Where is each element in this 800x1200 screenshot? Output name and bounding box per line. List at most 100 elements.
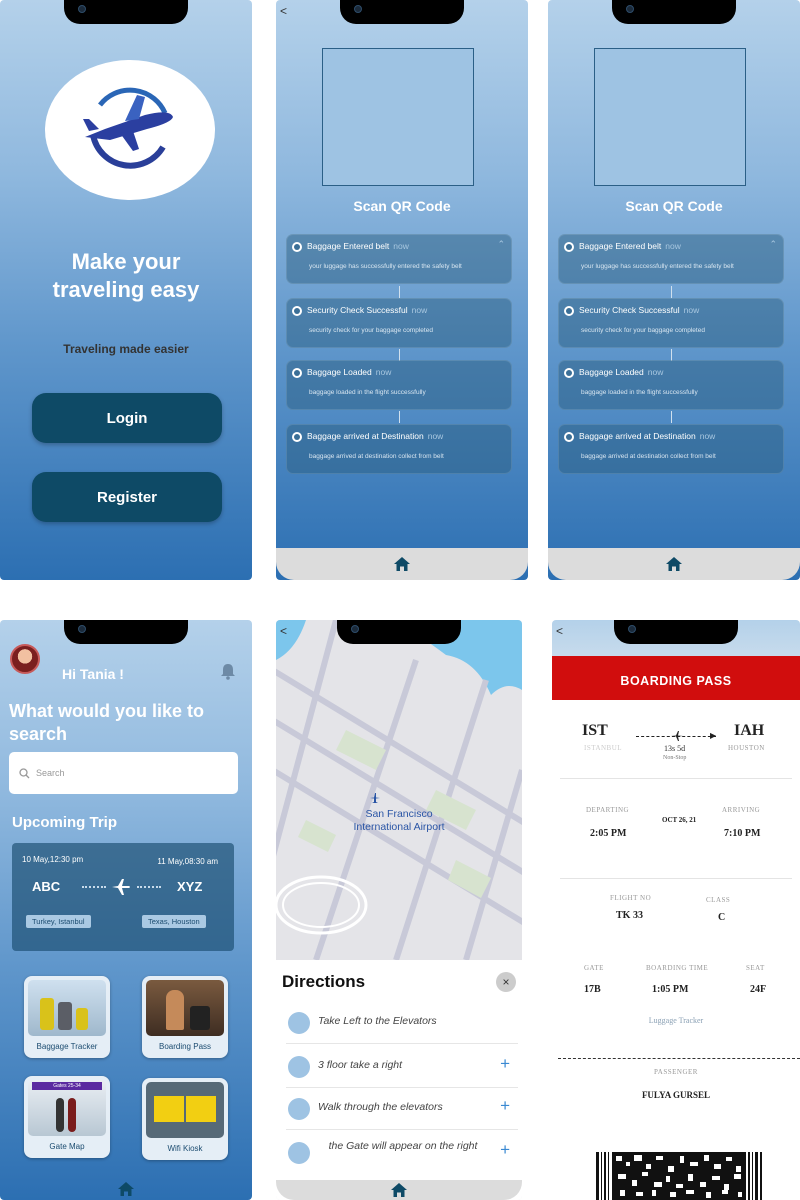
boarding-pass-tile[interactable]: Boarding Pass — [142, 976, 228, 1058]
route-dots — [82, 886, 106, 888]
tracker-event-card[interactable]: Baggage arrived at Destination now baggag… — [558, 424, 784, 474]
close-button[interactable]: × — [496, 972, 516, 992]
qr-scanner-frame[interactable] — [594, 48, 746, 186]
step-marker-icon — [288, 1142, 310, 1164]
direction-step[interactable]: 3 floor take a right + — [286, 1046, 518, 1088]
gate-map-tile[interactable]: Gates 25-34 Gate Map — [24, 1076, 110, 1158]
tracker-event-card[interactable]: Baggage Loaded now baggage loaded in the … — [286, 360, 512, 410]
event-time: now — [699, 431, 716, 441]
step-text: Take Left to the Elevators — [318, 1015, 437, 1027]
arrive-time: 11 May,08:30 am — [157, 857, 218, 866]
event-title: Baggage Loaded — [579, 367, 644, 377]
radio-icon — [564, 306, 574, 316]
direction-step[interactable]: the Gate will appear on the right + — [286, 1132, 518, 1180]
welcome-screen: Make your traveling easy Traveling made … — [0, 0, 252, 580]
direction-step[interactable]: Take Left to the Elevators — [286, 1002, 518, 1044]
avatar[interactable] — [10, 644, 40, 674]
timeline-connector — [671, 286, 672, 298]
welcome-subtitle: Traveling made easier — [63, 342, 189, 356]
home-icon[interactable] — [393, 556, 411, 572]
back-button[interactable]: < — [280, 624, 287, 638]
event-time: now — [665, 241, 681, 251]
bottom-nav — [276, 548, 528, 580]
event-description: your luggage has successfully entered th… — [581, 263, 734, 270]
event-description: your luggage has successfully entered th… — [309, 263, 462, 270]
gate-image: Gates 25-34 — [28, 1080, 106, 1136]
event-time: now — [647, 367, 664, 377]
kiosk-image — [146, 1082, 224, 1138]
tile-label: Gate Map — [49, 1142, 85, 1151]
radio-icon — [292, 432, 302, 442]
event-description: baggage loaded in the flight successfull… — [309, 389, 426, 396]
to-city-badge: Texas, Houston — [142, 915, 206, 928]
login-button[interactable]: Login — [32, 393, 222, 443]
arrow-icon: ▶ — [710, 731, 717, 740]
route-dots — [137, 886, 161, 888]
boarding-time-label: BOARDING TIME — [646, 964, 709, 972]
upcoming-trip-title: Upcoming Trip — [12, 814, 117, 831]
event-title: Baggage arrived at Destination — [579, 431, 696, 441]
back-button[interactable]: < — [280, 4, 287, 18]
chevron-up-icon[interactable]: ⌃ — [769, 239, 777, 250]
tracker-event-card[interactable]: Baggage Loaded now baggage loaded in the … — [558, 360, 784, 410]
airport-label: San Francisco International Airport — [353, 808, 445, 833]
search-input[interactable]: Search — [9, 752, 238, 794]
search-icon — [19, 767, 30, 778]
airport-map[interactable] — [276, 620, 522, 960]
home-icon[interactable] — [117, 1181, 135, 1197]
tracker-event-card[interactable]: Baggage Entered belt now your luggage has… — [286, 234, 512, 284]
radio-icon — [564, 368, 574, 378]
timeline-connector — [399, 411, 400, 423]
to-city: HOUSTON — [728, 744, 765, 752]
bell-icon[interactable] — [220, 662, 236, 680]
back-button[interactable]: < — [556, 624, 563, 638]
phone-notch — [337, 620, 461, 644]
boarding-image — [146, 980, 224, 1036]
baggage-image — [28, 980, 106, 1036]
class-value: C — [718, 912, 726, 923]
depart-time: 10 May,12:30 pm — [22, 855, 84, 864]
phone-notch — [340, 0, 464, 24]
wifi-kiosk-tile[interactable]: Wifi Kiosk — [142, 1078, 228, 1160]
event-title: Baggage Entered belt — [307, 241, 390, 251]
phone-notch — [64, 620, 188, 644]
chevron-up-icon[interactable]: ⌃ — [497, 239, 505, 250]
plus-icon[interactable]: + — [500, 1096, 510, 1116]
tracker-event-card[interactable]: Baggage arrived at Destination now baggag… — [286, 424, 512, 474]
upcoming-trip-card[interactable]: 10 May,12:30 pm 11 May,08:30 am ABC XYZ … — [12, 843, 234, 951]
dashboard-screen: Hi Tania ! What would you like to search… — [0, 620, 252, 1200]
arriving-label: ARRIVING — [722, 806, 761, 814]
baggage-tracker-tile[interactable]: Baggage Tracker — [24, 976, 110, 1058]
direction-step[interactable]: Walk through the elevators + — [286, 1088, 518, 1130]
home-icon[interactable] — [665, 556, 683, 572]
event-time: now — [411, 305, 428, 315]
airplane-logo-icon — [83, 87, 173, 169]
tracker-event-card[interactable]: Baggage Entered belt now your luggage has… — [558, 234, 784, 284]
event-description: baggage arrived at destination collect f… — [581, 453, 716, 460]
boarding-pass-body: IST ISTANBUL ▶ IAH HOUSTON 13s 5d Non-St… — [552, 700, 800, 1200]
arriving-time: 7:10 PM — [724, 828, 761, 839]
passenger-name: FULYA GURSEL — [641, 1090, 711, 1100]
event-title: Baggage Entered belt — [579, 241, 662, 251]
search-prompt: What would you like to search — [9, 701, 204, 744]
radio-icon — [292, 306, 302, 316]
tracker-event-card[interactable]: Security Check Successful now security ch… — [286, 298, 512, 348]
qr-scanner-frame[interactable] — [322, 48, 474, 186]
divider — [560, 778, 792, 779]
plus-icon[interactable]: + — [500, 1054, 510, 1074]
phone-notch — [614, 620, 738, 644]
from-city-badge: Turkey, Istanbul — [26, 915, 91, 928]
boarding-pass-header: BOARDING PASS — [552, 656, 800, 700]
gate-value: 17B — [584, 984, 601, 995]
departing-label: DEPARTING — [586, 806, 630, 814]
tracker-event-card[interactable]: Security Check Successful now security ch… — [558, 298, 784, 348]
event-description: baggage loaded in the flight successfull… — [581, 389, 698, 396]
step-text: Walk through the elevators — [318, 1101, 443, 1113]
home-icon[interactable] — [390, 1182, 408, 1198]
step-marker-icon — [288, 1098, 310, 1120]
gate-sign: Gates 25-34 — [32, 1082, 102, 1090]
plus-icon[interactable]: + — [500, 1140, 510, 1160]
register-button[interactable]: Register — [32, 472, 222, 522]
tear-line — [558, 1058, 800, 1059]
luggage-tracker-link[interactable]: Luggage Tracker — [552, 1016, 800, 1025]
